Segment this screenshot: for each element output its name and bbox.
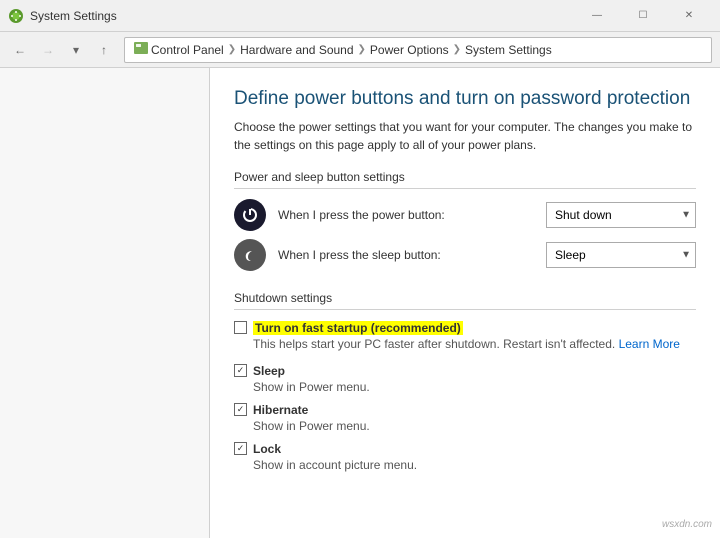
sleep-text-block: Sleep Show in Power menu. [253, 363, 696, 394]
title-bar-icon [8, 8, 24, 24]
hibernate-title: Hibernate [253, 403, 308, 417]
lock-text-block: Lock Show in account picture menu. [253, 441, 696, 472]
hibernate-checkbox[interactable] [234, 403, 247, 416]
dropdown-button[interactable]: ▾ [64, 38, 88, 62]
fast-startup-checkbox[interactable] [234, 321, 247, 334]
main-panel: Define power buttons and turn on passwor… [210, 68, 720, 538]
breadcrumb-system-settings: System Settings [465, 43, 552, 57]
forward-button[interactable]: → [36, 38, 60, 62]
power-sleep-header: Power and sleep button settings [234, 170, 696, 189]
power-button-icon [234, 199, 266, 231]
content-area: Define power buttons and turn on passwor… [0, 68, 720, 538]
sleep-button-icon [234, 239, 266, 271]
title-bar: System Settings — ☐ ✕ [0, 0, 720, 32]
fast-startup-title: Turn on fast startup (recommended) [253, 321, 463, 335]
lock-checkbox[interactable] [234, 442, 247, 455]
shutdown-section: Shutdown settings Turn on fast startup (… [234, 291, 696, 472]
page-description: Choose the power settings that you want … [234, 118, 696, 154]
title-bar-controls: — ☐ ✕ [574, 0, 712, 32]
breadcrumb-icon [133, 40, 149, 59]
title-bar-title: System Settings [30, 9, 117, 23]
back-button[interactable]: ← [8, 38, 32, 62]
lock-title: Lock [253, 442, 281, 456]
hibernate-text-block: Hibernate Show in Power menu. [253, 402, 696, 433]
breadcrumb-hardware-sound[interactable]: Hardware and Sound [240, 43, 353, 57]
navigation-bar: ← → ▾ ↑ Control Panel ❯ Hardware and Sou… [0, 32, 720, 68]
power-button-dropdown[interactable]: Shut down Sleep Hibernate Turn off the d… [546, 202, 696, 228]
power-sleep-section: Power and sleep button settings When I p… [234, 170, 696, 271]
minimize-button[interactable]: — [574, 0, 620, 32]
learn-more-link[interactable]: Learn More [619, 337, 680, 351]
sleep-button-label: When I press the sleep button: [278, 248, 534, 262]
shutdown-section-header: Shutdown settings [234, 291, 696, 310]
sleep-checkbox[interactable] [234, 364, 247, 377]
up-button[interactable]: ↑ [92, 38, 116, 62]
fast-startup-desc: This helps start your PC faster after sh… [253, 337, 696, 351]
hibernate-row: Hibernate Show in Power menu. [234, 402, 696, 433]
fast-startup-highlight: Turn on fast startup (recommended) [253, 321, 463, 335]
sleep-row: Sleep Show in Power menu. [234, 363, 696, 394]
fast-startup-text-block: Turn on fast startup (recommended) This … [253, 320, 696, 351]
sleep-button-dropdown[interactable]: Sleep Hibernate Shut down Turn off the d… [546, 242, 696, 268]
maximize-button[interactable]: ☐ [620, 0, 666, 32]
power-button-select[interactable]: Shut down Sleep Hibernate Turn off the d… [551, 203, 691, 227]
sleep-desc: Show in Power menu. [253, 380, 696, 394]
close-button[interactable]: ✕ [666, 0, 712, 32]
lock-desc: Show in account picture menu. [253, 458, 696, 472]
fast-startup-row: Turn on fast startup (recommended) This … [234, 320, 696, 351]
breadcrumb-power-options[interactable]: Power Options [370, 43, 449, 57]
power-button-label: When I press the power button: [278, 208, 534, 222]
sleep-button-select[interactable]: Sleep Hibernate Shut down Turn off the d… [551, 243, 691, 267]
watermark: wsxdn.com [662, 519, 712, 530]
hibernate-desc: Show in Power menu. [253, 419, 696, 433]
left-panel [0, 68, 210, 538]
sleep-button-row: When I press the sleep button: Sleep Hib… [234, 239, 696, 271]
page-title: Define power buttons and turn on passwor… [234, 88, 696, 110]
breadcrumb-bar: Control Panel ❯ Hardware and Sound ❯ Pow… [124, 37, 712, 63]
lock-row: Lock Show in account picture menu. [234, 441, 696, 472]
breadcrumb-control-panel[interactable]: Control Panel [151, 43, 224, 57]
sleep-title: Sleep [253, 364, 285, 378]
power-button-row: When I press the power button: Shut down… [234, 199, 696, 231]
